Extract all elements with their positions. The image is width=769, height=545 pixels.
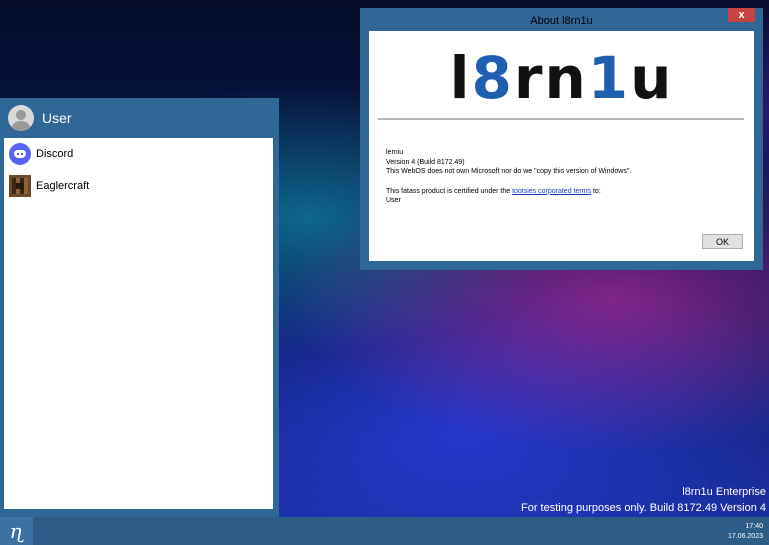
user-name: User (42, 110, 72, 126)
discord-icon (9, 143, 31, 165)
title-bar[interactable]: About l8rn1u x (360, 8, 763, 31)
about-dialog: About l8rn1u x l8rn1u lerniu Version 4 (… (360, 8, 763, 270)
clock-date: 17.06.2023 (727, 533, 763, 540)
ok-button[interactable]: OK (702, 234, 743, 249)
app-label: Discord (36, 148, 74, 160)
license-terms-link[interactable]: tootsies corporated terms (512, 188, 591, 195)
start-logo-icon: ɳ (9, 519, 24, 543)
user-header[interactable]: User (0, 98, 279, 138)
divider (378, 118, 744, 120)
dialog-body: l8rn1u lerniu Version 4 (Build 8172.49) … (369, 31, 754, 261)
avatar (8, 105, 34, 131)
logo-part: u (630, 44, 674, 112)
app-list: Discord Eaglercraft (4, 138, 273, 509)
license-text: This fatass product is certified under t… (386, 187, 631, 197)
product-name: lerniu (386, 149, 404, 156)
logo-part: 1 (587, 44, 631, 112)
taskbar: ɳ 17:40 17.06.2023 (0, 517, 769, 545)
watermark-build: For testing purposes only. Build 8172.49… (520, 502, 766, 514)
close-icon: x (738, 9, 745, 21)
license-suffix: to: (591, 187, 601, 195)
product-logo: l8rn1u (369, 45, 754, 111)
start-button[interactable]: ɳ (0, 517, 33, 545)
app-item-discord[interactable]: Discord (4, 138, 273, 170)
start-menu: User Discord Eaglercraft (0, 98, 279, 517)
app-item-eaglercraft[interactable]: Eaglercraft (4, 170, 273, 202)
disclaimer-text: This WebOS does not own Microsoft nor do… (386, 168, 632, 175)
close-button[interactable]: x (728, 8, 755, 22)
watermark-edition: l8rn1u Enterprise (682, 486, 766, 498)
license-prefix: This fatass product is certified under t… (386, 187, 513, 195)
version-info: lerniu Version 4 (Build 8172.49) This We… (386, 148, 631, 206)
clock[interactable]: 17:40 17.06.2023 (728, 522, 763, 542)
version-text: Version 4 (Build 8172.49) (386, 158, 465, 166)
clock-time: 17:40 (745, 523, 763, 530)
dialog-title: About l8rn1u (530, 14, 593, 27)
licensed-user: User (386, 197, 401, 204)
desktop-watermark: l8rn1u Enterprise For testing purposes o… (521, 484, 766, 516)
logo-part: 8 (471, 44, 514, 112)
eaglercraft-icon (9, 175, 31, 197)
app-label: Eaglercraft (36, 180, 90, 192)
logo-part: l (449, 44, 472, 112)
logo-part: rn (513, 44, 588, 112)
